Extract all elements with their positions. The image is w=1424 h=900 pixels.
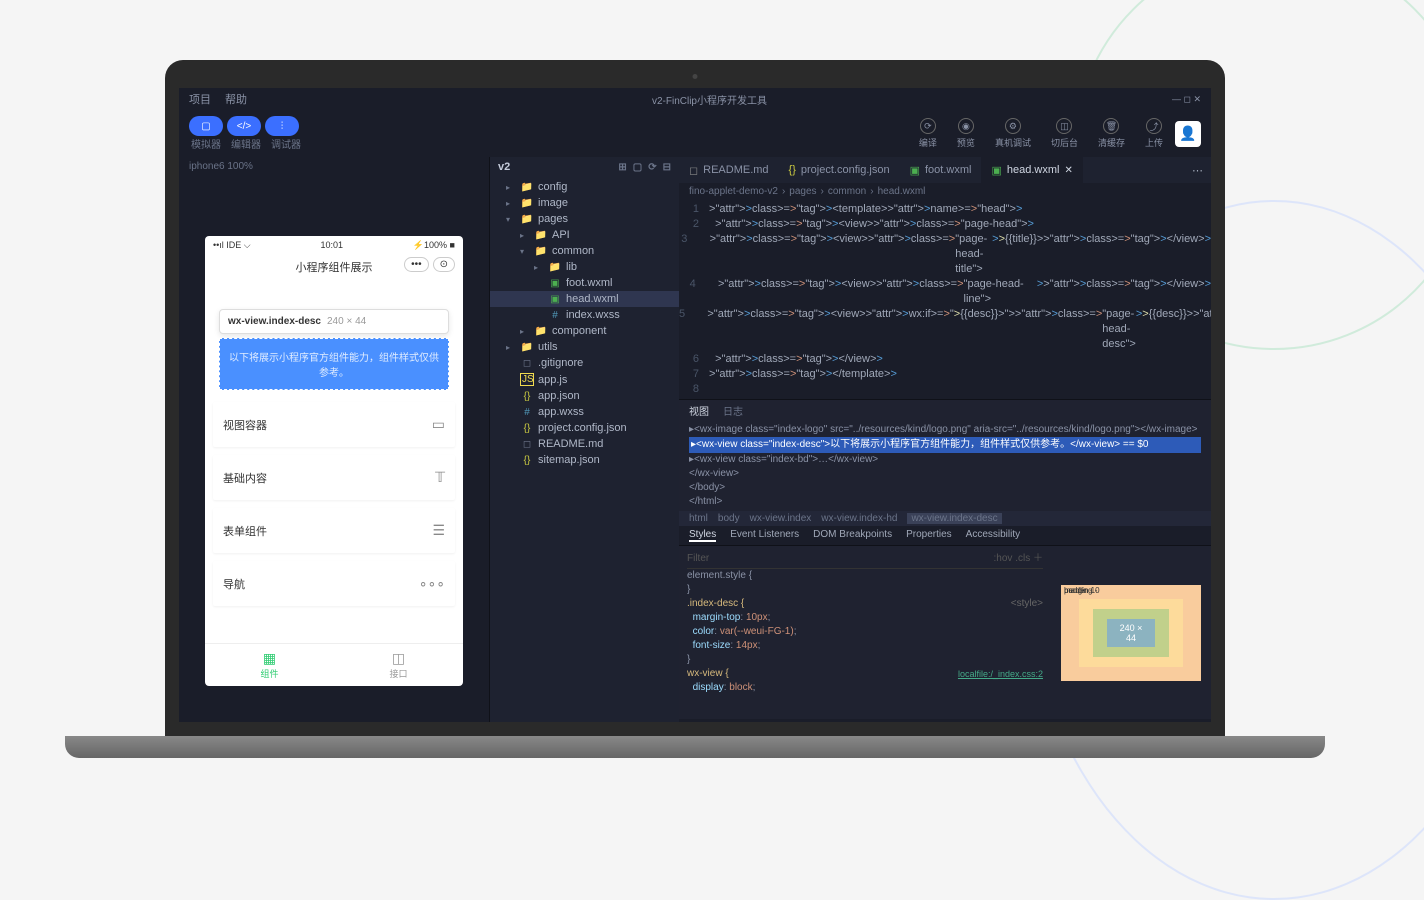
tree-item[interactable]: ▸📁component <box>490 323 679 339</box>
phone-preview: ••ıl IDE ⌵ 10:01 ⚡100% ■ 小程序组件展示 •••⊙ wx… <box>205 236 463 686</box>
tree-item[interactable]: JSapp.js <box>490 371 679 388</box>
user-avatar[interactable]: 👤 <box>1175 121 1201 147</box>
styles-hov-controls[interactable]: :hov .cls ＋ <box>994 552 1043 566</box>
editor-tab[interactable]: ◻README.md <box>679 157 779 183</box>
tool-预览[interactable]: ◉预览 <box>957 118 975 149</box>
editor-tabs: ◻README.md{}project.config.json▣foot.wxm… <box>679 157 1211 183</box>
list-item[interactable]: 表单组件☰ <box>213 508 455 553</box>
new-folder-icon[interactable]: ▢ <box>633 162 642 173</box>
highlighted-element[interactable]: 以下将展示小程序官方组件能力，组件样式仅供参考。 <box>219 338 449 390</box>
tree-item[interactable]: #index.wxss <box>490 307 679 323</box>
styles-tab[interactable]: Styles <box>689 529 716 542</box>
window-title: v2-FinClip小程序开发工具 <box>261 92 1158 107</box>
styles-tab[interactable]: Accessibility <box>966 529 1020 542</box>
dom-breadcrumb[interactable]: htmlbodywx-view.indexwx-view.index-hdwx-… <box>679 511 1211 526</box>
phone-tab-接口[interactable]: ◫接口 <box>334 644 463 686</box>
tabs-overflow-icon[interactable]: ⋯ <box>1184 164 1211 177</box>
editor-tab[interactable]: ▣head.wxml✕ <box>981 157 1082 183</box>
list-item[interactable]: 视图容器▭ <box>213 402 455 447</box>
menubar: 项目 帮助 v2-FinClip小程序开发工具 — ◻ ✕ <box>179 88 1211 110</box>
tree-item[interactable]: ▾📁common <box>490 243 679 259</box>
tree-item[interactable]: ▣head.wxml <box>490 291 679 307</box>
tool-上传[interactable]: ⤴上传 <box>1145 118 1163 149</box>
toolbar: ▢ </> ⫶ 模拟器 编辑器 调试器 ⟳编译 ◉预览 ⚙真机调试 ◫切后台 🗑清缓存 ⤴… <box>179 110 1211 157</box>
tool-切后台[interactable]: ◫切后台 <box>1051 118 1078 149</box>
capsule-close-icon[interactable]: ⊙ <box>433 257 455 272</box>
tree-item[interactable]: ▸📁lib <box>490 259 679 275</box>
code-editor[interactable]: 1>"attr">>class>=>"tag">><template> >"at… <box>679 200 1211 399</box>
tree-item[interactable]: {}app.json <box>490 388 679 404</box>
refresh-icon[interactable]: ⟳ <box>648 162 656 173</box>
tree-item[interactable]: ▣foot.wxml <box>490 275 679 291</box>
tool-真机调试[interactable]: ⚙真机调试 <box>995 118 1031 149</box>
project-root[interactable]: v2 <box>498 161 510 173</box>
styles-tab[interactable]: DOM Breakpoints <box>813 529 892 542</box>
styles-tab[interactable]: Event Listeners <box>730 529 799 542</box>
devtools-tab-log[interactable]: 日志 <box>723 403 743 418</box>
tool-清缓存[interactable]: 🗑清缓存 <box>1098 118 1125 149</box>
tree-item[interactable]: ▸📁image <box>490 195 679 211</box>
status-time: 10:01 <box>320 240 343 251</box>
tree-item[interactable]: ▸📁utils <box>490 339 679 355</box>
simulator-panel: iphone6 100% ••ıl IDE ⌵ 10:01 ⚡100% ■ 小程… <box>179 157 489 722</box>
inspector-tooltip: wx-view.index-desc 240 × 44 <box>219 309 449 334</box>
list-item[interactable]: 基础内容𝕋 <box>213 455 455 500</box>
mode-debugger[interactable]: ⫶ <box>265 116 299 136</box>
status-signal: ••ıl IDE ⌵ <box>213 240 251 251</box>
tree-item[interactable]: ▸📁config <box>490 179 679 195</box>
laptop-frame: 项目 帮助 v2-FinClip小程序开发工具 — ◻ ✕ ▢ </> ⫶ 模拟… <box>165 60 1225 758</box>
devtools: 视图 日志 ▸<wx-image class="index-logo" src=… <box>679 399 1211 719</box>
mode-simulator-label: 模拟器 <box>191 136 221 151</box>
devtools-tab-view[interactable]: 视图 <box>689 403 709 418</box>
editor-tab[interactable]: {}project.config.json <box>779 157 900 183</box>
tree-item[interactable]: ▸📁API <box>490 227 679 243</box>
ide-window: 项目 帮助 v2-FinClip小程序开发工具 — ◻ ✕ ▢ </> ⫶ 模拟… <box>179 88 1211 722</box>
tree-item[interactable]: ◻.gitignore <box>490 355 679 371</box>
device-label: iphone6 100% <box>179 157 489 176</box>
box-model: margin 10 border - padding - 240 × 44 <box>1051 546 1211 719</box>
tree-item[interactable]: {}project.config.json <box>490 420 679 436</box>
tree-item[interactable]: ▾📁pages <box>490 211 679 227</box>
mode-editor[interactable]: </> <box>227 116 261 136</box>
styles-filter[interactable]: Filter <box>687 552 709 566</box>
app-title-bar: 小程序组件展示 •••⊙ <box>205 255 463 279</box>
new-file-icon[interactable]: ⊞ <box>618 162 626 173</box>
mode-debugger-label: 调试器 <box>271 136 301 151</box>
mode-simulator[interactable]: ▢ <box>189 116 223 136</box>
capsule-menu-icon[interactable]: ••• <box>404 257 429 272</box>
editor-panel: ◻README.md{}project.config.json▣foot.wxm… <box>679 157 1211 722</box>
breadcrumb: fino-applet-demo-v2›pages›common›head.wx… <box>679 183 1211 200</box>
dom-tree[interactable]: ▸<wx-image class="index-logo" src="../re… <box>679 421 1211 511</box>
mode-editor-label: 编辑器 <box>231 136 261 151</box>
window-controls[interactable]: — ◻ ✕ <box>1172 94 1201 105</box>
file-explorer: v2 ⊞ ▢ ⟳ ⊟ ▸📁config▸📁image▾📁pages▸📁API▾📁… <box>489 157 679 722</box>
phone-tab-组件[interactable]: ▦组件 <box>205 644 334 686</box>
editor-tab[interactable]: ▣foot.wxml <box>900 157 982 183</box>
tree-item[interactable]: ◻README.md <box>490 436 679 452</box>
tree-item[interactable]: {}sitemap.json <box>490 452 679 468</box>
menu-project[interactable]: 项目 <box>189 91 211 107</box>
list-item[interactable]: 导航∘∘∘ <box>213 561 455 606</box>
tool-编译[interactable]: ⟳编译 <box>919 118 937 149</box>
status-battery: ⚡100% ■ <box>413 240 455 251</box>
menu-help[interactable]: 帮助 <box>225 91 247 107</box>
tree-item[interactable]: #app.wxss <box>490 404 679 420</box>
styles-pane[interactable]: Filter :hov .cls ＋ element.style { } .in… <box>679 546 1051 719</box>
styles-tab[interactable]: Properties <box>906 529 952 542</box>
collapse-icon[interactable]: ⊟ <box>663 162 671 173</box>
